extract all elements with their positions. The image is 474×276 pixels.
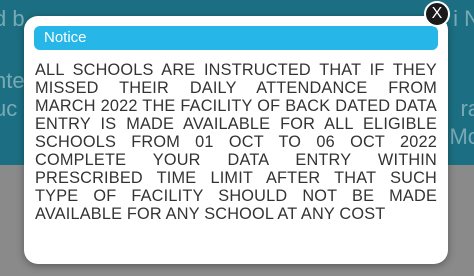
background-text: ra — [460, 96, 474, 121]
notice-title: Notice — [44, 29, 87, 46]
close-button[interactable]: X — [424, 1, 450, 27]
background-text: uc — [0, 96, 18, 121]
background-text: nte — [0, 68, 25, 93]
notice-header: Notice — [34, 26, 438, 50]
background-text: Mo — [449, 124, 474, 149]
close-icon: X — [431, 5, 443, 22]
notice-message: ALL SCHOOLS ARE INSTRUCTED THAT IF THEY … — [35, 61, 437, 223]
background-text: i N — [453, 6, 474, 31]
background-text: d b — [0, 6, 25, 31]
notice-dialog: Notice ALL SCHOOLS ARE INSTRUCTED THAT I… — [24, 16, 448, 264]
